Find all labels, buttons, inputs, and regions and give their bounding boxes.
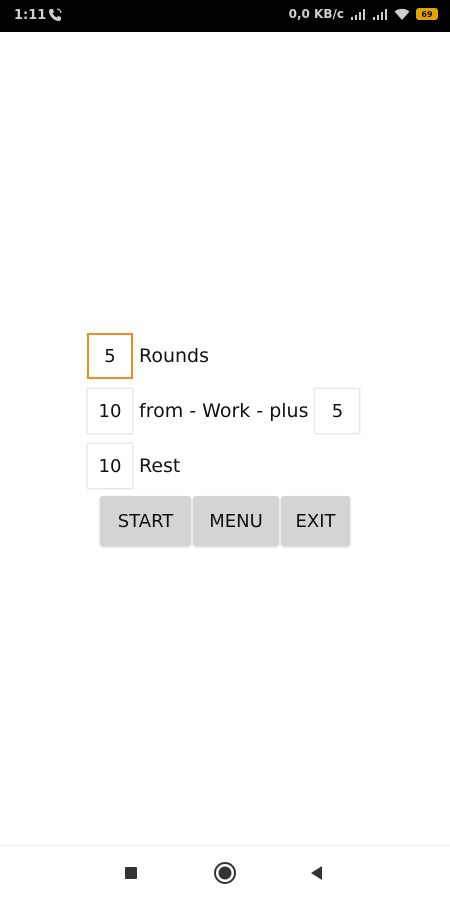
battery-icon: 69 — [416, 8, 438, 20]
rest-input[interactable]: 10 — [87, 443, 133, 489]
home-circle-icon[interactable] — [212, 860, 238, 886]
exit-button[interactable]: EXIT — [281, 496, 350, 546]
navigation-bar — [0, 845, 450, 900]
start-button[interactable]: START — [100, 496, 191, 546]
work-input[interactable]: 10 — [87, 388, 133, 434]
menu-button[interactable]: MENU — [193, 496, 279, 546]
signal-icon — [373, 9, 387, 20]
wifi-icon — [394, 8, 410, 20]
rest-row: 10 Rest — [87, 443, 180, 489]
rounds-row: 5 Rounds — [87, 333, 209, 379]
status-right: 0,0 KB/c 69 — [289, 7, 438, 21]
rounds-input[interactable]: 5 — [87, 333, 133, 379]
battery-level: 69 — [421, 9, 433, 19]
app-screen: 1:11 0,0 KB/c 69 5 Rounds 10 from - Work… — [0, 0, 450, 900]
status-bar: 1:11 0,0 KB/c 69 — [0, 0, 450, 32]
work-row: 10 from - Work - plus 5 — [87, 388, 361, 434]
network-speed: 0,0 KB/c — [288, 7, 344, 21]
status-time: 1:11 — [14, 8, 47, 23]
signal-icon — [351, 9, 365, 20]
work-label: from - Work - plus — [139, 400, 309, 422]
recents-square-icon[interactable] — [118, 860, 144, 886]
work-plus-input[interactable]: 5 — [314, 388, 361, 434]
rest-label: Rest — [139, 455, 181, 477]
rounds-label: Rounds — [139, 345, 210, 367]
phone-call-icon — [49, 8, 62, 21]
action-buttons: START MENU EXIT — [100, 496, 350, 546]
back-triangle-icon[interactable] — [304, 860, 330, 886]
